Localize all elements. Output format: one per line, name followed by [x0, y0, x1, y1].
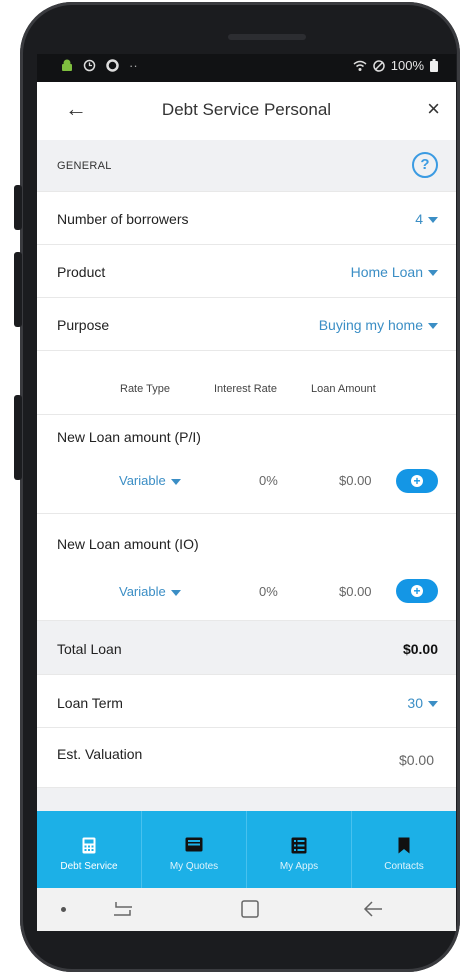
product-value: Home Loan	[350, 264, 423, 280]
more-notifications-icon: ··	[129, 58, 138, 73]
caret-down-icon	[428, 701, 438, 708]
screen: ·· 100% ← Debt Service Personal × GENERA…	[37, 54, 456, 931]
battery-icon	[430, 59, 438, 72]
bixby-button	[14, 395, 22, 480]
wifi-icon	[353, 60, 367, 71]
section-label: GENERAL	[57, 160, 112, 172]
status-bar: ·· 100%	[37, 54, 456, 82]
caret-down-icon	[428, 217, 438, 224]
borrowers-row[interactable]: Number of borrowers 4	[37, 192, 456, 245]
do-not-disturb-icon	[373, 59, 385, 72]
loan-title: New Loan amount (P/I)	[57, 429, 201, 445]
clock-icon	[83, 59, 96, 72]
general-section-header: GENERAL ?	[37, 140, 456, 192]
inbox-icon	[185, 837, 203, 852]
notification-icons: ··	[61, 58, 138, 73]
speaker-grille	[228, 34, 306, 40]
rate-type-select[interactable]: Variable	[119, 584, 181, 599]
borrowers-select[interactable]: 4	[415, 211, 438, 227]
volume-button	[14, 185, 22, 230]
caret-down-icon	[428, 323, 438, 330]
product-label: Product	[57, 264, 106, 280]
valuation-value[interactable]: $0.00	[399, 752, 434, 768]
battery-percent: 100%	[390, 58, 424, 73]
loan-amount-header: Loan Amount	[311, 383, 376, 395]
loan-amount-value: $0.00	[339, 473, 372, 488]
tab-label: My Apps	[279, 861, 319, 872]
close-icon[interactable]: ×	[427, 96, 440, 122]
total-loan-label: Total Loan	[57, 641, 122, 657]
tab-contacts[interactable]: Contacts	[352, 811, 456, 888]
app-header: ← Debt Service Personal ×	[37, 82, 456, 141]
loan-term-value: 30	[407, 695, 423, 711]
interest-rate-value: 0%	[259, 584, 278, 599]
purpose-select[interactable]: Buying my home	[319, 317, 438, 333]
add-loan-button[interactable]: +	[396, 579, 438, 603]
back-nav-icon[interactable]	[363, 900, 383, 918]
valuation-row: Est. Valuation $0.00	[37, 728, 456, 788]
tab-label: Contacts	[384, 861, 424, 872]
bottom-tab-bar: Debt Service My Quotes My Apps Contacts	[37, 811, 456, 888]
tab-debt-service[interactable]: Debt Service	[37, 811, 142, 888]
content-footer-spacer	[37, 788, 456, 811]
bookmark-icon	[398, 837, 410, 854]
loan-title: New Loan amount (IO)	[57, 536, 199, 552]
loan-block-io: New Loan amount (IO) Variable 0% $0.00 +	[37, 514, 456, 621]
rate-type-value: Variable	[119, 473, 166, 488]
caret-down-icon	[170, 589, 181, 596]
valuation-label: Est. Valuation	[57, 746, 143, 762]
sync-icon	[106, 59, 119, 72]
caret-down-icon	[170, 478, 181, 485]
interest-rate-header: Interest Rate	[214, 383, 277, 395]
tab-my-apps[interactable]: My Apps	[247, 811, 352, 888]
loan-term-label: Loan Term	[57, 695, 123, 711]
calculator-icon	[82, 837, 96, 854]
system-nav-bar	[37, 888, 456, 931]
purpose-row[interactable]: Purpose Buying my home	[37, 298, 456, 351]
list-icon	[291, 837, 307, 854]
loan-term-select[interactable]: 30	[407, 695, 438, 711]
loan-block-pi: New Loan amount (P/I) Variable 0% $0.00 …	[37, 415, 456, 514]
purpose-label: Purpose	[57, 317, 110, 333]
column-headers: Rate Type Interest Rate Loan Amount	[37, 351, 456, 415]
plus-icon: +	[411, 585, 423, 597]
borrowers-label: Number of borrowers	[57, 211, 189, 227]
rate-type-select[interactable]: Variable	[119, 473, 181, 488]
rate-type-value: Variable	[119, 584, 166, 599]
plus-icon: +	[411, 475, 423, 487]
product-row[interactable]: Product Home Loan	[37, 245, 456, 298]
volume-button	[14, 252, 22, 327]
tab-my-quotes[interactable]: My Quotes	[142, 811, 247, 888]
borrowers-value: 4	[415, 211, 423, 227]
tab-label: My Quotes	[169, 861, 219, 872]
page-title: Debt Service Personal	[161, 100, 332, 119]
recent-apps-icon[interactable]	[112, 900, 134, 918]
dot-indicator-icon	[61, 907, 66, 912]
home-button-icon[interactable]	[241, 900, 259, 918]
product-select[interactable]: Home Loan	[351, 264, 438, 280]
android-icon	[62, 59, 72, 71]
loan-term-row[interactable]: Loan Term 30	[37, 675, 456, 728]
interest-rate-value: 0%	[259, 473, 278, 488]
total-loan-value: $0.00	[402, 641, 438, 657]
status-right: 100%	[353, 58, 438, 73]
add-loan-button[interactable]: +	[396, 469, 438, 493]
rate-type-header: Rate Type	[120, 383, 170, 395]
caret-down-icon	[428, 270, 438, 277]
help-icon[interactable]: ?	[412, 152, 438, 178]
loan-amount-value: $0.00	[339, 584, 372, 599]
tab-label: Debt Service	[60, 861, 118, 872]
total-loan-row: Total Loan $0.00	[37, 621, 456, 675]
purpose-value: Buying my home	[318, 317, 423, 333]
